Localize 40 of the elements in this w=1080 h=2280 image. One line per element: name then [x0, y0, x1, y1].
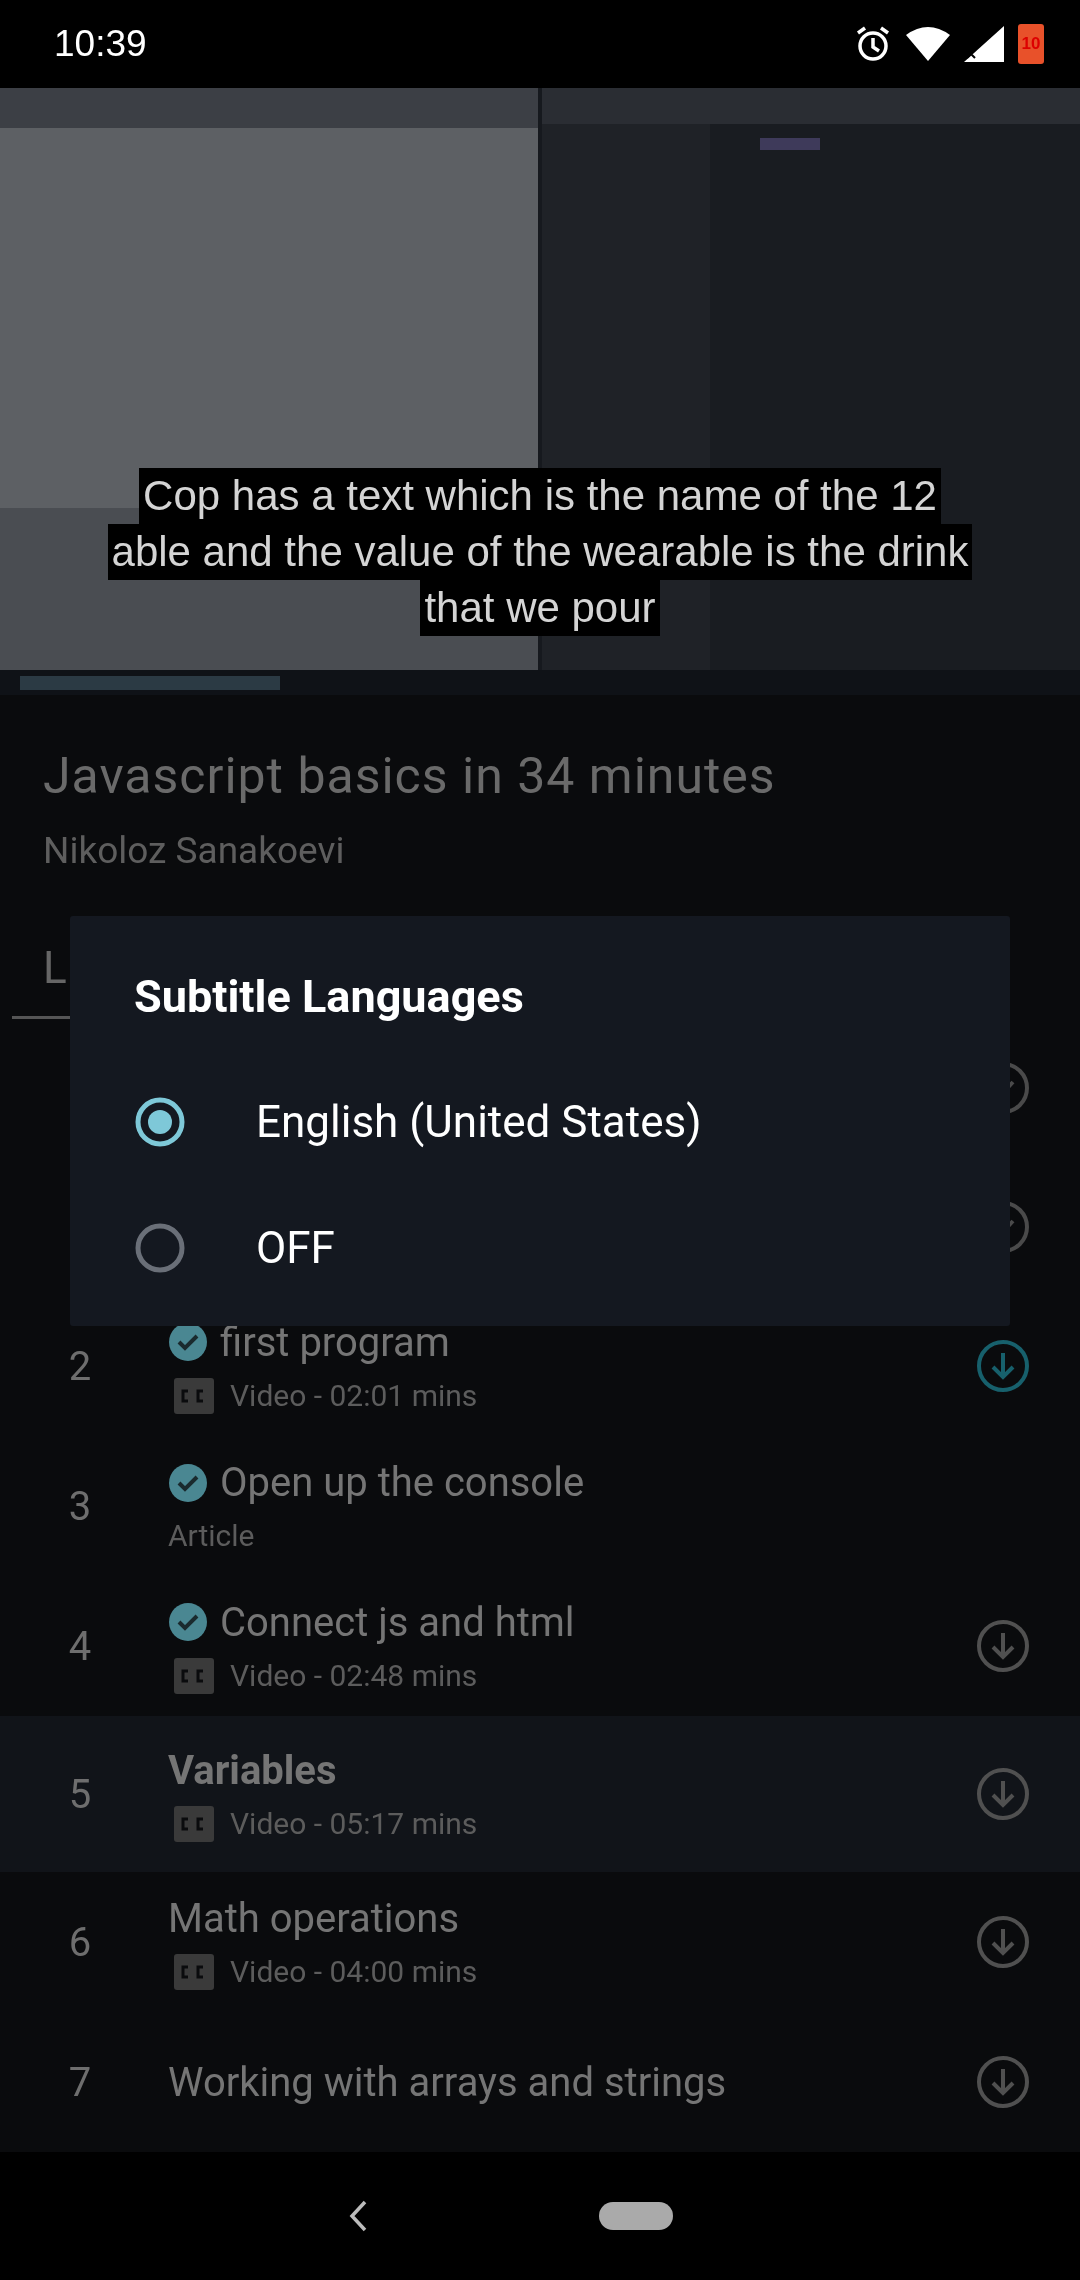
download-icon[interactable] [976, 1915, 1030, 1969]
option-label[interactable]: OFF [256, 1222, 335, 1274]
lesson-meta: Video - 04:00 mins [230, 1954, 478, 1989]
lesson-number: 3 [67, 1482, 93, 1530]
captions-icon [174, 1805, 214, 1842]
home-handle[interactable] [599, 2202, 673, 2230]
lesson-title[interactable]: Open up the console [220, 1459, 585, 1506]
status-time: 10:39 [54, 23, 148, 65]
wifi-icon [906, 27, 950, 61]
option-label[interactable]: English (United States) [256, 1096, 702, 1148]
lesson-meta: Video - 05:17 mins [230, 1806, 478, 1841]
lesson-number: 7 [67, 2058, 93, 2106]
lesson-title[interactable]: Math operations [168, 1894, 460, 1942]
lesson-meta: Video - 02:48 mins [230, 1658, 478, 1693]
radio-button[interactable] [134, 1096, 186, 1148]
lesson-number: 5 [67, 1770, 93, 1818]
lesson-title[interactable]: Working with arrays and strings [168, 2058, 727, 2106]
signal-icon [964, 26, 1004, 62]
lesson-meta: Article [168, 1518, 256, 1553]
back-icon[interactable] [347, 2199, 369, 2233]
lesson-number: 2 [67, 1342, 93, 1390]
battery-level: 10 [1021, 34, 1041, 54]
captions-icon [174, 1953, 214, 1990]
download-icon[interactable] [976, 1619, 1030, 1673]
dialog-title: Subtitle Languages [134, 970, 525, 1023]
lesson-row[interactable]: 5 Variables Video - 05:17 mins [0, 1716, 1080, 1872]
course-author: Nikoloz Sanakoevi [43, 829, 346, 872]
download-icon[interactable] [976, 1339, 1030, 1393]
alarm-icon [854, 25, 892, 63]
captions-icon [174, 1377, 214, 1414]
download-icon[interactable] [976, 2055, 1030, 2109]
download-icon[interactable] [976, 1767, 1030, 1821]
radio-button[interactable] [134, 1222, 186, 1274]
lesson-title[interactable]: Connect js and html [220, 1598, 575, 1646]
course-title: Javascript basics in 34 minutes [43, 747, 777, 805]
lesson-number: 4 [67, 1622, 93, 1670]
lesson-title[interactable]: Variables [168, 1746, 337, 1794]
lesson-meta: Video - 02:01 mins [230, 1378, 478, 1413]
captions-icon [174, 1657, 214, 1694]
lesson-number: 6 [67, 1918, 93, 1966]
